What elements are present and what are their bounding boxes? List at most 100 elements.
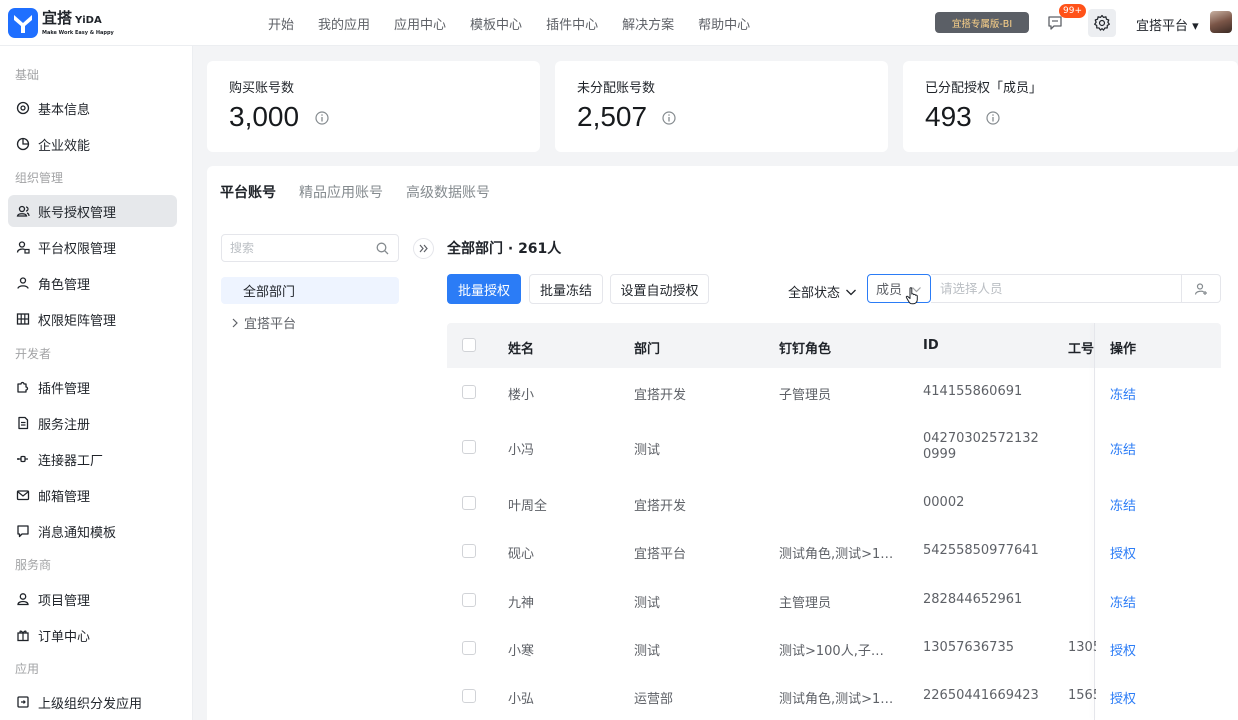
sidebar-item-service-reg[interactable]: 服务注册: [8, 407, 177, 439]
sidebar-item-mail[interactable]: 邮箱管理: [8, 479, 177, 511]
table-row: 小寒 测试 测试>100人,子管... 13057636735 1305 授权: [447, 623, 1221, 671]
sidebar-item-label: 订单中心: [38, 629, 91, 645]
users-icon: [16, 205, 30, 217]
table-header: 姓名 部门 钉钉角色 ID 工号 操作: [447, 323, 1221, 368]
member-type-select[interactable]: 成员: [867, 274, 931, 303]
sidebar-item-label: 服务注册: [38, 417, 91, 433]
freeze-link[interactable]: 冻结: [1110, 384, 1136, 403]
sidebar-item-platform-perm[interactable]: 平台权限管理: [8, 231, 177, 263]
cell-id: 00002: [923, 495, 965, 510]
sidebar-item-label: 账号授权管理: [38, 205, 117, 221]
sidebar-item-orders[interactable]: 订单中心: [8, 619, 177, 651]
table-row: 楼小 宜搭开发 子管理员 414155860691 冻结: [447, 368, 1221, 416]
collapse-tree-button[interactable]: [413, 238, 434, 259]
tab-advanced-data-account[interactable]: 高级数据账号: [406, 182, 490, 202]
freeze-link[interactable]: 冻结: [1110, 592, 1136, 611]
top-header: 宜搭 YiDA Make Work Easy & Happy 开始 我的应用 应用…: [0, 0, 1238, 46]
row-checkbox[interactable]: [462, 641, 476, 655]
message-icon: [17, 525, 29, 538]
authorize-link[interactable]: 授权: [1110, 543, 1136, 562]
person-picker-input[interactable]: [940, 281, 1170, 296]
platform-switcher[interactable]: 宜搭平台 ▾: [1136, 15, 1199, 34]
info-icon[interactable]: [986, 111, 1000, 125]
top-nav: 开始 我的应用 应用中心 模板中心 插件中心 解决方案 帮助中心: [256, 0, 762, 46]
table-row: 九神 测试 主管理员 282844652961 冻结: [447, 575, 1221, 623]
authorize-link[interactable]: 授权: [1110, 688, 1136, 707]
tab-premium-app-account[interactable]: 精品应用账号: [299, 182, 383, 202]
nav-template-center[interactable]: 模板中心: [470, 14, 522, 33]
sidebar-item-label: 权限矩阵管理: [38, 313, 117, 329]
tab-platform-account[interactable]: 平台账号: [220, 182, 276, 202]
nav-app-center[interactable]: 应用中心: [394, 14, 446, 33]
tree-item-all-depts[interactable]: 全部部门: [221, 277, 399, 304]
row-checkbox[interactable]: [462, 544, 476, 558]
person-picker[interactable]: [931, 274, 1221, 303]
sidebar-item-label: 连接器工厂: [38, 453, 104, 469]
bi-edition-badge[interactable]: 宜搭专属版-BI: [935, 12, 1029, 33]
nav-plugin-center[interactable]: 插件中心: [546, 14, 598, 33]
cell-id: 042703025721320999: [923, 431, 1039, 462]
cell-dept: 测试: [634, 596, 661, 611]
cell-dept: 运营部: [634, 692, 674, 707]
gift-icon: [17, 630, 29, 642]
batch-freeze-button[interactable]: 批量冻结: [529, 274, 603, 304]
freeze-link[interactable]: 冻结: [1110, 439, 1136, 458]
cell-id: 13057636735: [923, 640, 1014, 655]
sidebar-item-plugins[interactable]: 插件管理: [8, 371, 177, 403]
cell-id: 414155860691: [923, 384, 1023, 399]
info-icon[interactable]: [315, 111, 329, 125]
row-checkbox[interactable]: [462, 496, 476, 510]
member-type-value: 成员: [876, 283, 903, 298]
tree-item-yida-platform[interactable]: 宜搭平台: [229, 313, 296, 332]
cell-role: 测试角色,测试>10...: [779, 547, 895, 562]
distribute-icon: [17, 696, 29, 708]
department-title: 全部部门 · 261人: [447, 241, 562, 257]
nav-solutions[interactable]: 解决方案: [622, 14, 674, 33]
brand-name-en: YiDA: [75, 14, 102, 26]
row-checkbox[interactable]: [462, 440, 476, 454]
row-checkbox[interactable]: [462, 689, 476, 703]
cell-role: 测试角色,测试>10...: [779, 692, 895, 707]
dept-search-input[interactable]: [230, 241, 370, 255]
sidebar-item-project[interactable]: 项目管理: [8, 583, 177, 615]
nav-my-apps[interactable]: 我的应用: [318, 14, 370, 33]
stat-card-purchased: 购买账号数 3,000: [207, 61, 540, 152]
cell-emp-no: 1565: [1068, 688, 1096, 703]
sidebar-item-account-auth[interactable]: 账号授权管理: [8, 195, 177, 227]
sidebar-item-role[interactable]: 角色管理: [8, 267, 177, 299]
sidebar-item-perm-matrix[interactable]: 权限矩阵管理: [8, 303, 177, 335]
user-avatar[interactable]: [1210, 11, 1232, 33]
brand-name: 宜搭: [42, 8, 73, 27]
logo[interactable]: 宜搭 YiDA Make Work Easy & Happy: [8, 8, 114, 38]
freeze-link[interactable]: 冻结: [1110, 495, 1136, 514]
puzzle-icon: [17, 381, 29, 393]
status-filter-label: 全部状态: [788, 286, 841, 301]
nav-start[interactable]: 开始: [268, 14, 294, 33]
row-checkbox[interactable]: [462, 385, 476, 399]
doc-icon: [18, 416, 29, 430]
sidebar-item-msg-template[interactable]: 消息通知模板: [8, 515, 177, 547]
cell-id: 22650441669423: [923, 688, 1039, 703]
cell-name: 九神: [508, 596, 535, 611]
authorize-link[interactable]: 授权: [1110, 640, 1136, 659]
sidebar-item-label: 插件管理: [38, 381, 91, 397]
chevron-right-icon: [232, 318, 238, 327]
row-checkbox[interactable]: [462, 593, 476, 607]
status-filter-dropdown[interactable]: 全部状态: [788, 282, 857, 301]
dept-search[interactable]: [221, 234, 399, 262]
info-icon[interactable]: [662, 111, 676, 125]
sidebar-item-basic-info[interactable]: 基本信息: [8, 92, 177, 124]
cell-id: 54255850977641: [923, 543, 1039, 558]
settings-button[interactable]: [1088, 9, 1116, 37]
batch-authorize-button[interactable]: 批量授权: [447, 274, 521, 304]
sidebar-item-connector[interactable]: 连接器工厂: [8, 443, 177, 475]
stat-card-assigned-members: 已分配授权「成员」 493: [903, 61, 1238, 152]
stat-label: 已分配授权「成员」: [925, 81, 1043, 96]
account-panel: 平台账号 精品应用账号 高级数据账号 全部部门 宜搭平台 全部部门 · 261人…: [207, 166, 1238, 720]
sidebar-item-distribute-apps[interactable]: 上级组织分发应用: [8, 686, 177, 718]
select-all-checkbox[interactable]: [462, 338, 476, 352]
sidebar-item-efficiency[interactable]: 企业效能: [8, 128, 177, 160]
auto-authorize-button[interactable]: 设置自动授权: [610, 274, 709, 304]
nav-help-center[interactable]: 帮助中心: [698, 14, 750, 33]
person-picker-button[interactable]: [1181, 275, 1220, 302]
